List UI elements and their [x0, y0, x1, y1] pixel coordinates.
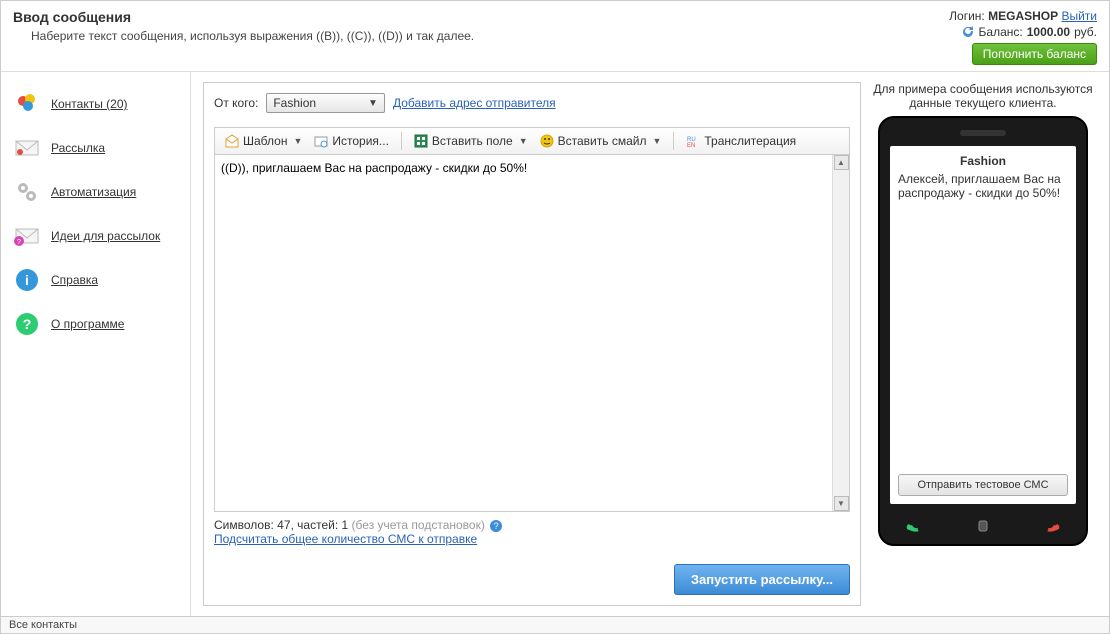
balance-value: 1000.00: [1027, 25, 1070, 39]
ideas-icon: ?: [13, 222, 41, 250]
balance-label: Баланс:: [979, 25, 1023, 39]
topup-button[interactable]: Пополнить баланс: [972, 43, 1097, 65]
from-value: Fashion: [273, 96, 316, 110]
chevron-down-icon: ▼: [293, 136, 302, 146]
refresh-icon[interactable]: [961, 25, 975, 39]
sidebar-item-ideas[interactable]: ? Идеи для рассылок: [1, 214, 190, 258]
run-mailing-button[interactable]: Запустить рассылку...: [674, 564, 850, 595]
from-select[interactable]: Fashion ▼: [266, 93, 385, 113]
separator: [673, 132, 674, 150]
parts-label: частей:: [297, 518, 338, 532]
header: Ввод сообщения Наберите текст сообщения,…: [1, 1, 1109, 72]
parts-value: 1: [342, 518, 349, 532]
page-subtitle: Наберите текст сообщения, используя выра…: [13, 29, 474, 43]
scroll-down-icon[interactable]: ▼: [834, 496, 849, 511]
scroll-up-icon[interactable]: ▲: [834, 155, 849, 170]
phone-end-icon: [1038, 516, 1066, 536]
page-title: Ввод сообщения: [13, 9, 474, 25]
editor-panel: От кого: Fashion ▼ Добавить адрес отправ…: [203, 82, 861, 606]
send-test-button[interactable]: Отправить тестовое СМС: [898, 474, 1068, 496]
phone-call-icon: [900, 516, 928, 536]
add-sender-link[interactable]: Добавить адрес отправителя: [393, 96, 556, 110]
sidebar-item-label: О программе: [51, 317, 124, 331]
phone-preview: Fashion Алексей, приглашаем Вас на распр…: [878, 116, 1088, 546]
scrollbar[interactable]: ▲ ▼: [832, 155, 849, 511]
sidebar-item-label: Рассылка: [51, 141, 105, 155]
sidebar-item-automation[interactable]: Автоматизация: [1, 170, 190, 214]
message-textarea[interactable]: [215, 155, 832, 511]
automation-icon: [13, 178, 41, 206]
translit-button[interactable]: RUEN Транслитерация: [682, 132, 800, 150]
sidebar: Контакты (20) Рассылка Автоматизация ? И…: [1, 72, 191, 616]
logout-link[interactable]: Выйти: [1061, 9, 1097, 23]
balance-unit: руб.: [1074, 25, 1097, 39]
history-button[interactable]: История...: [310, 132, 393, 150]
template-button[interactable]: Шаблон ▼: [221, 132, 306, 150]
chars-value: 47: [277, 518, 290, 532]
smile-icon: [540, 134, 554, 148]
insert-field-button[interactable]: Вставить поле ▼: [410, 132, 532, 150]
separator: [401, 132, 402, 150]
about-icon: ?: [13, 310, 41, 338]
sidebar-item-label: Идеи для рассылок: [51, 229, 160, 243]
help-icon[interactable]: ?: [490, 520, 502, 532]
preview-note: Для примера сообщения используются данны…: [869, 82, 1097, 110]
sidebar-item-about[interactable]: ? О программе: [1, 302, 190, 346]
svg-text:EN: EN: [687, 143, 695, 148]
chars-label: Символов:: [214, 518, 274, 532]
translit-icon: RUEN: [686, 134, 700, 148]
envelope-clock-icon: [314, 134, 328, 148]
preview-body: Алексей, приглашаем Вас на распродажу - …: [898, 172, 1068, 468]
sidebar-item-mailing[interactable]: Рассылка: [1, 126, 190, 170]
calc-sms-link[interactable]: Подсчитать общее количество СМС к отправ…: [214, 532, 477, 546]
contacts-icon: [13, 90, 41, 118]
editor-toolbar: Шаблон ▼ История... Вставить поле ▼: [214, 127, 850, 154]
sidebar-item-help[interactable]: i Справка: [1, 258, 190, 302]
phone-speaker: [960, 130, 1006, 136]
chevron-down-icon: ▼: [519, 136, 528, 146]
svg-text:?: ?: [17, 239, 21, 246]
status-text: Все контакты: [9, 619, 77, 631]
insert-smile-button[interactable]: Вставить смайл ▼: [536, 132, 666, 150]
svg-text:i: i: [25, 272, 29, 288]
login-value: MEGASHOP: [988, 9, 1058, 23]
help-icon: i: [13, 266, 41, 294]
sidebar-item-label: Контакты (20): [51, 97, 128, 111]
preview-title: Fashion: [898, 154, 1068, 168]
sidebar-item-contacts[interactable]: Контакты (20): [1, 82, 190, 126]
svg-text:?: ?: [23, 316, 32, 332]
from-label: От кого:: [214, 96, 258, 110]
status-bar: Все контакты: [1, 616, 1109, 633]
sidebar-item-label: Автоматизация: [51, 185, 136, 199]
chevron-down-icon: ▼: [368, 98, 378, 109]
envelope-open-icon: [225, 134, 239, 148]
grid-icon: [414, 134, 428, 148]
phone-home-icon: [969, 516, 997, 536]
sidebar-item-label: Справка: [51, 273, 98, 287]
chevron-down-icon: ▼: [652, 136, 661, 146]
mailing-icon: [13, 134, 41, 162]
stats-note: (без учета подстановок): [352, 518, 485, 532]
login-label: Логин:: [949, 9, 985, 23]
